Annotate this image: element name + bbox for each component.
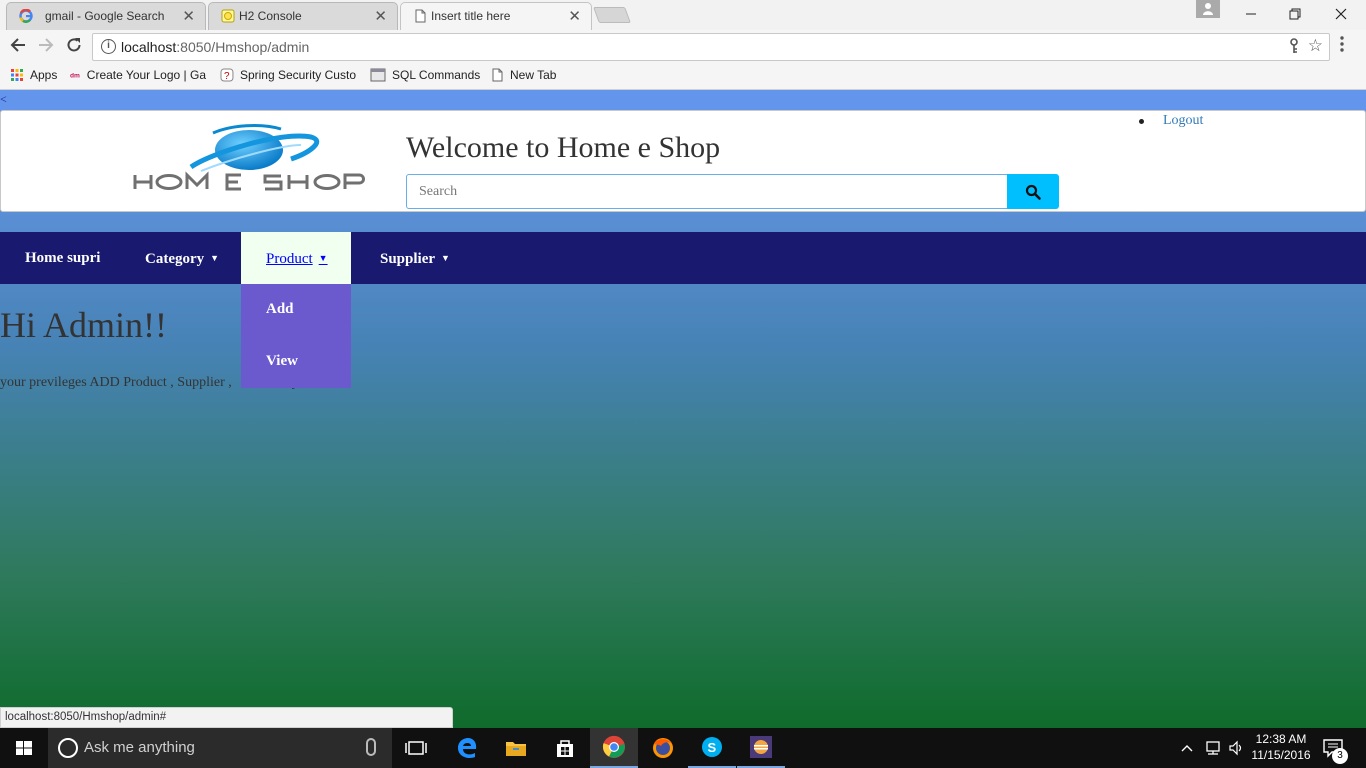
home-e-shop-logo[interactable] <box>131 123 367 201</box>
browser-tab-strip: gmail - Google Search ✕ H2 Console ✕ Ins… <box>0 0 1366 30</box>
back-arrow-icon[interactable] <box>6 35 30 59</box>
stray-text: < <box>0 92 7 106</box>
new-tab-button[interactable] <box>593 7 631 23</box>
close-tab-icon[interactable]: ✕ <box>374 7 387 25</box>
chrome-icon[interactable] <box>590 728 638 768</box>
nav-category-label: Category <box>145 251 205 267</box>
notification-count-badge: 3 <box>1332 748 1348 764</box>
site-info-icon[interactable]: i <box>101 39 116 54</box>
bookmark-star-icon[interactable]: ☆ <box>1308 36 1323 56</box>
browser-toolbar: i localhost:8050/Hmshop/admin ☆ <box>0 30 1366 64</box>
privileges-visible: your previleges ADD Product , Supplier , <box>0 375 232 390</box>
search-input[interactable] <box>406 174 1008 209</box>
tab-label: H2 Console <box>239 9 302 23</box>
bookmark-label: New Tab <box>510 68 557 82</box>
caret-down-icon: ▼ <box>318 253 328 263</box>
caret-down-icon: ▼ <box>210 253 220 263</box>
site-header: Welcome to Home e Shop Logout <box>0 110 1366 212</box>
system-tray <box>1180 728 1244 768</box>
sql-icon <box>370 68 386 82</box>
bookmark-label: Spring Security Custo <box>239 68 356 82</box>
nav-category[interactable]: Category ▼ <box>145 232 219 284</box>
logout-link[interactable]: Logout <box>1163 113 1203 129</box>
svg-text:dm: dm <box>70 72 80 79</box>
eclipse-ee-icon[interactable] <box>737 728 785 768</box>
product-dropdown-menu: Add View <box>241 284 351 388</box>
address-bar[interactable]: i localhost:8050/Hmshop/admin ☆ <box>92 33 1330 61</box>
list-bullet <box>1139 119 1144 124</box>
nav-home[interactable]: Home supri <box>25 232 100 284</box>
nav-supplier[interactable]: Supplier ▼ <box>380 232 450 284</box>
edge-browser-icon[interactable] <box>443 728 491 768</box>
file-explorer-icon[interactable] <box>492 728 540 768</box>
clock-date: 11/15/2016 <box>1251 748 1311 762</box>
windows-taskbar: Ask me anything S 12:38 AM 11/15/2016 3 <box>0 728 1366 768</box>
page-icon <box>492 68 503 82</box>
clock-time: 12:38 AM <box>1255 732 1307 746</box>
cortana-search-text: Ask me anything <box>84 739 195 756</box>
skype-icon[interactable]: S <box>688 728 736 768</box>
close-tab-icon[interactable]: ✕ <box>182 7 195 25</box>
page-viewport: < Welcome to Home e Shop Search Logout H… <box>0 90 1366 728</box>
firefox-icon[interactable] <box>639 728 687 768</box>
bookmark-label: Apps <box>30 68 58 82</box>
microphone-icon[interactable] <box>366 738 376 756</box>
profile-icon[interactable] <box>1196 0 1220 18</box>
saved-password-key-icon[interactable] <box>1289 38 1299 57</box>
h2-icon <box>221 9 235 23</box>
chrome-menu-icon[interactable] <box>1340 36 1344 57</box>
address-url: localhost:8050/Hmshop/admin <box>121 39 310 55</box>
search-icon <box>1025 184 1041 200</box>
bookmark-label: Create Your Logo | Ga <box>86 68 206 82</box>
admin-greeting: Hi Admin!! <box>0 305 167 345</box>
nav-supplier-label: Supplier <box>380 251 436 267</box>
apps-grid-icon <box>11 69 23 81</box>
tab-insert-title[interactable]: Insert title here ✕ <box>400 2 592 30</box>
nav-home-label: Home supri <box>25 250 101 266</box>
link-status-bubble: localhost:8050/Hmshop/admin# <box>0 707 453 728</box>
menu-item-view[interactable]: View <box>266 353 298 370</box>
caret-down-icon: ▼ <box>441 253 450 263</box>
tab-label: Insert title here <box>431 9 511 23</box>
bookmark-spring-security[interactable]: ? Spring Security Custo <box>220 68 356 82</box>
cortana-icon <box>58 738 78 758</box>
menu-item-add[interactable]: Add <box>266 301 294 318</box>
windows-logo-icon <box>16 741 32 755</box>
nav-product-label: Product <box>266 251 313 267</box>
dm-icon: dm <box>70 72 80 79</box>
bookmark-new-tab[interactable]: New Tab <box>490 68 556 82</box>
task-view-icon[interactable] <box>392 728 440 768</box>
bookmarks-bar: Apps dm Create Your Logo | Ga ? Spring S… <box>0 64 1366 90</box>
nav-product[interactable]: Product ▼ <box>241 232 351 284</box>
svg-text:?: ? <box>224 71 230 82</box>
volume-icon[interactable] <box>1228 740 1244 756</box>
tab-gmail-search[interactable]: gmail - Google Search ✕ <box>6 2 206 30</box>
tab-h2-console[interactable]: H2 Console ✕ <box>208 2 398 30</box>
welcome-heading: Welcome to Home e Shop <box>406 131 721 164</box>
tab-label: gmail - Google Search <box>45 9 165 23</box>
system-clock[interactable]: 12:38 AM 11/15/2016 <box>1246 731 1316 763</box>
start-button[interactable] <box>0 728 48 768</box>
minimize-icon[interactable] <box>1228 0 1274 30</box>
store-icon[interactable] <box>541 728 589 768</box>
spring-icon: ? <box>220 68 234 82</box>
bookmark-label: SQL Commands <box>392 68 481 82</box>
page-icon <box>415 9 426 23</box>
reload-icon[interactable] <box>62 35 86 59</box>
forward-arrow-icon[interactable] <box>34 35 58 59</box>
google-icon <box>19 9 33 23</box>
bookmark-create-logo[interactable]: dm Create Your Logo | Ga <box>70 68 206 82</box>
restore-icon[interactable] <box>1272 0 1318 30</box>
close-tab-icon[interactable]: ✕ <box>568 7 581 25</box>
svg-text:S: S <box>708 740 717 755</box>
bookmark-sql-commands[interactable]: SQL Commands <box>370 68 480 82</box>
bookmark-apps[interactable]: Apps <box>10 68 57 82</box>
cortana-search-box[interactable]: Ask me anything <box>48 728 392 768</box>
search-button[interactable] <box>1007 174 1059 209</box>
main-navbar: Home supri Category ▼ Product ▼ Supplier ▼ <box>0 232 1366 284</box>
network-icon[interactable] <box>1204 740 1222 756</box>
close-window-icon[interactable] <box>1318 0 1364 30</box>
show-hidden-icons-icon[interactable] <box>1180 743 1194 753</box>
